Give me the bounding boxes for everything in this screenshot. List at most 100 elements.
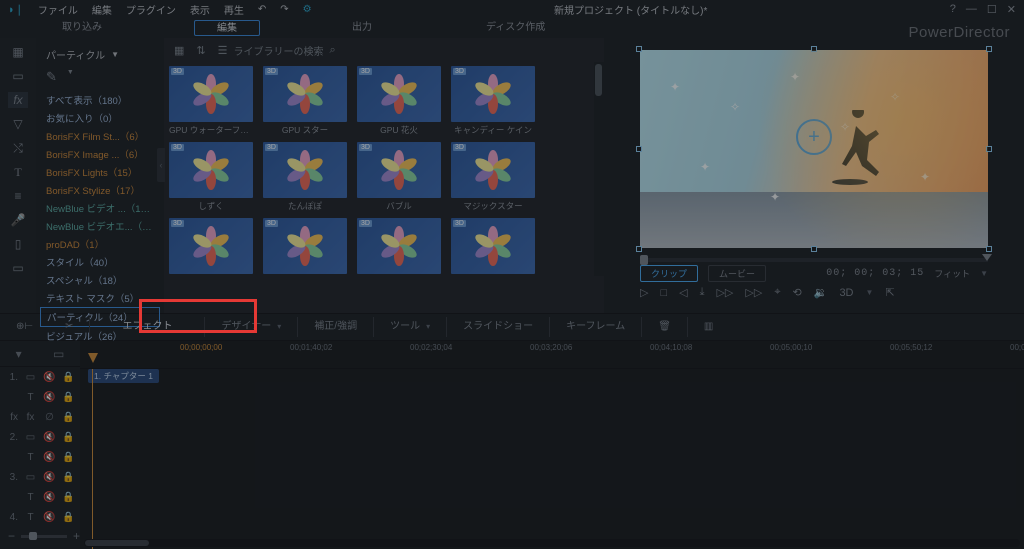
fx-room-icon[interactable]: fx [8, 92, 28, 108]
more-tools-icon[interactable]: ▥ [687, 317, 729, 337]
mode-disc[interactable]: ディスク作成 [464, 20, 567, 36]
help-icon[interactable]: ? [950, 3, 956, 15]
effect-thumbnail[interactable]: 3D [262, 218, 348, 276]
category-item[interactable]: お気に入り（0） [40, 109, 160, 127]
zoom-out-icon[interactable]: − [8, 529, 15, 543]
slideshow-button[interactable]: スライドショー [446, 317, 549, 337]
timeline-scrollbar[interactable] [84, 539, 1020, 547]
playhead-icon[interactable] [88, 353, 98, 363]
loop-icon[interactable]: ⟲ [793, 286, 802, 299]
fast-forward-icon[interactable]: ▷▷ [745, 286, 762, 299]
lock-icon[interactable]: 🔒 [62, 452, 75, 463]
lock-icon[interactable]: 🔒 [62, 512, 75, 523]
mute-icon[interactable]: 🔇 [43, 432, 56, 443]
menu-view[interactable]: 表示 [190, 2, 210, 17]
effect-thumbnail[interactable]: 3Dしずく [168, 142, 254, 212]
designer-menu[interactable]: デザイナー▾ [204, 317, 297, 337]
popout-icon[interactable]: ⇱ [885, 286, 894, 299]
mode-edit[interactable]: 編集 [194, 20, 260, 36]
mute-icon[interactable]: ∅ [43, 412, 56, 423]
prev-frame-icon[interactable]: ◁ [679, 286, 687, 299]
mode-output[interactable]: 出力 [330, 20, 394, 36]
pip-room-icon[interactable]: ▭ [8, 68, 28, 84]
category-item[interactable]: NewBlue ビデオエ...（10） [40, 217, 160, 235]
effect-thumbnail[interactable]: 3DGPU 花火 [356, 66, 442, 136]
mute-icon[interactable]: 🔇 [43, 372, 56, 383]
chapter-icon[interactable]: ▭ [53, 347, 64, 361]
trash-icon[interactable]: 🗑 [641, 317, 687, 337]
chapter-room-icon[interactable]: ▯ [8, 236, 28, 252]
effect-button[interactable]: エフェクト [89, 317, 204, 337]
track-body[interactable]: 00;00;00;00 00;01;40;0200;02;30;0400;03;… [80, 341, 1024, 549]
grid-view-icon[interactable]: ▦ [174, 44, 184, 57]
chapter-marker[interactable]: 1. チャプター 1 [88, 369, 159, 383]
align-tool-icon[interactable]: ⊕⊢ [0, 317, 49, 337]
track-header[interactable]: 4.T🔇🔒 [0, 507, 80, 527]
search-icon[interactable]: ⌕ [330, 44, 336, 57]
chevron-down-icon[interactable]: ▼ [67, 69, 74, 85]
minimize-icon[interactable]: — [966, 3, 977, 15]
correct-button[interactable]: 補正/強調 [297, 317, 373, 337]
mode-import[interactable]: 取り込み [40, 20, 124, 36]
marker-icon[interactable]: ▾ [16, 347, 22, 361]
preview-fit-dropdown[interactable]: フィット [934, 267, 970, 280]
lock-icon[interactable]: 🔒 [62, 412, 75, 423]
library-scrollbar[interactable] [594, 62, 604, 276]
menu-plugin[interactable]: プラグイン [126, 2, 176, 17]
effect-thumbnail[interactable]: 3D [450, 218, 536, 276]
timeline-zoom[interactable]: − + [4, 525, 84, 547]
mute-icon[interactable]: 🔇 [43, 392, 56, 403]
transition-room-icon[interactable]: ⤭ [8, 140, 28, 156]
effect-thumbnail[interactable]: 3Dバブル [356, 142, 442, 212]
mute-icon[interactable]: 🔇 [43, 492, 56, 503]
category-item[interactable]: スタイル（40） [40, 253, 160, 271]
stop-icon[interactable]: □ [660, 287, 667, 299]
redo-icon[interactable]: ↷ [280, 4, 288, 15]
lock-icon[interactable]: 🔒 [62, 492, 75, 503]
category-item[interactable]: BorisFX Stylize（17） [40, 181, 160, 199]
mute-icon[interactable]: 🔇 [43, 452, 56, 463]
preview-mode-movie[interactable]: ムービー [708, 265, 766, 282]
next-frame-icon[interactable]: ▷▷ [716, 286, 733, 299]
category-item[interactable]: NewBlue ビデオ ...（10） [40, 199, 160, 217]
menu-icon[interactable]: ☰ [218, 44, 228, 57]
particle-room-icon[interactable]: ▽ [8, 116, 28, 132]
effect-thumbnail[interactable]: 3Dマジックスター [450, 142, 536, 212]
subtitle-room-icon[interactable]: ▭ [8, 260, 28, 276]
audio-room-icon[interactable]: ≡ [8, 188, 28, 204]
track-header[interactable]: 2.▭🔇🔒 [0, 427, 80, 447]
category-item[interactable]: BorisFX Image ...（6） [40, 145, 160, 163]
play-icon[interactable]: ▷ [640, 286, 648, 299]
effect-thumbnail[interactable]: 3DGPU ウォーターフォール [168, 66, 254, 136]
mute-icon[interactable]: 🔇 [43, 472, 56, 483]
track-header[interactable]: T🔇🔒 [0, 487, 80, 507]
preview-3d-toggle[interactable]: 3D [839, 287, 853, 299]
category-item[interactable]: proDAD（1） [40, 235, 160, 253]
track-header[interactable]: 1.▭🔇🔒 [0, 367, 80, 387]
category-item[interactable]: BorisFX Film St...（6） [40, 127, 160, 145]
tool-menu[interactable]: ツール▾ [373, 317, 446, 337]
cut-tool-icon[interactable]: ✂ [49, 317, 89, 337]
sort-icon[interactable]: ⇅ [196, 44, 205, 57]
volume-icon[interactable]: 🔉 [814, 286, 828, 299]
preview-seek-bar[interactable] [640, 258, 988, 262]
lock-icon[interactable]: 🔒 [62, 372, 75, 383]
brush-icon[interactable]: ✎ [46, 69, 57, 85]
lock-icon[interactable]: 🔒 [62, 392, 75, 403]
lock-icon[interactable]: 🔒 [62, 432, 75, 443]
effect-thumbnail[interactable]: 3D [168, 218, 254, 276]
keyframe-button[interactable]: キーフレーム [549, 317, 641, 337]
menu-playback[interactable]: 再生 [224, 2, 244, 17]
voice-room-icon[interactable]: 🎤 [8, 212, 28, 228]
zoom-in-icon[interactable]: + [73, 529, 80, 543]
add-target-icon[interactable]: + [796, 119, 832, 155]
track-header[interactable]: T🔇🔒 [0, 447, 80, 467]
menu-file[interactable]: ファイル [38, 2, 78, 17]
export-icon[interactable]: ⤓ [700, 286, 705, 299]
category-item[interactable]: スペシャル（18） [40, 271, 160, 289]
menu-edit[interactable]: 編集 [92, 2, 112, 17]
track-header[interactable]: 3.▭🔇🔒 [0, 467, 80, 487]
preview-mode-clip[interactable]: クリップ [640, 265, 698, 282]
effect-thumbnail[interactable]: 3DGPU スター [262, 66, 348, 136]
track-header[interactable]: fxfx∅🔒 [0, 407, 80, 427]
